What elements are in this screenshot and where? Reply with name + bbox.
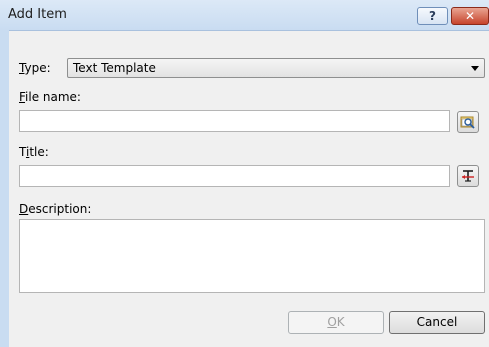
title-input[interactable] xyxy=(19,165,450,187)
type-dropdown[interactable]: Text Template xyxy=(67,58,485,78)
add-item-dialog: Add Item ? ✕ Type: Text Template File na… xyxy=(0,0,489,347)
title-label-rest: tle: xyxy=(29,145,49,159)
browse-button[interactable] xyxy=(457,111,479,133)
close-icon: ✕ xyxy=(464,9,476,23)
title-label-prefix: T xyxy=(19,145,26,159)
help-icon: ? xyxy=(429,9,436,23)
title-label: Title: xyxy=(19,145,49,159)
type-label-rest: ype: xyxy=(24,61,51,75)
file-name-label: File name: xyxy=(19,90,81,104)
file-name-input[interactable] xyxy=(19,110,450,132)
folder-search-icon xyxy=(460,116,475,129)
insert-title-button[interactable] xyxy=(457,165,479,187)
description-textarea[interactable] xyxy=(19,219,485,293)
ok-button[interactable]: OK xyxy=(288,311,384,334)
file-name-label-rest: ile name: xyxy=(25,90,81,104)
cancel-button[interactable]: Cancel xyxy=(389,311,485,334)
dialog-content: Type: Text Template File name: Title: De… xyxy=(9,31,489,347)
description-mnemonic: D xyxy=(19,202,29,216)
window-title: Add Item xyxy=(8,7,67,22)
ok-mnemonic: O xyxy=(327,315,337,329)
type-selected-value: Text Template xyxy=(73,61,156,75)
ok-label-rest: K xyxy=(336,315,345,329)
text-insert-icon xyxy=(462,170,474,182)
description-label: Description: xyxy=(19,202,91,216)
title-bar[interactable]: Add Item ? ✕ xyxy=(0,0,489,31)
chevron-down-icon xyxy=(471,66,479,71)
close-button[interactable]: ✕ xyxy=(451,7,489,25)
type-label: Type: xyxy=(19,61,51,75)
window-frame xyxy=(0,30,9,347)
help-button[interactable]: ? xyxy=(417,7,448,25)
description-label-rest: escription: xyxy=(28,202,92,216)
